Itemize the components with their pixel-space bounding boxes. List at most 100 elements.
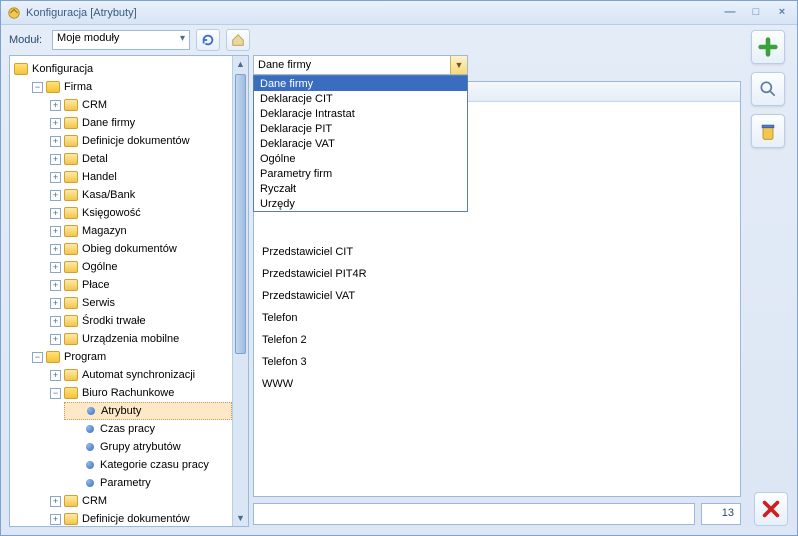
scroll-up-icon[interactable]: ▲ bbox=[233, 56, 248, 72]
tree-item[interactable]: +Urządzenia mobilne bbox=[46, 330, 232, 348]
add-button[interactable] bbox=[751, 30, 785, 64]
search-button[interactable] bbox=[751, 72, 785, 106]
expand-icon[interactable]: + bbox=[50, 208, 61, 219]
tree-item[interactable]: +Ogólne bbox=[46, 258, 232, 276]
tree-label: Dane firmy bbox=[82, 117, 135, 129]
tree-item[interactable]: +Środki trwałe bbox=[46, 312, 232, 330]
expand-icon[interactable]: + bbox=[50, 280, 61, 291]
list-item[interactable]: WWW bbox=[254, 374, 740, 396]
tree-item[interactable]: +Handel bbox=[46, 168, 232, 186]
tree-label: Firma bbox=[64, 81, 92, 93]
dropdown-option[interactable]: Deklaracje VAT bbox=[254, 136, 467, 151]
tree-leaf[interactable]: Atrybuty bbox=[64, 402, 232, 420]
tree-item[interactable]: + Dane firmy bbox=[46, 114, 232, 132]
expand-icon[interactable]: + bbox=[50, 316, 61, 327]
expand-icon[interactable]: + bbox=[50, 136, 61, 147]
module-select[interactable]: Moje moduły bbox=[52, 30, 190, 50]
dropdown-option[interactable]: Deklaracje Intrastat bbox=[254, 106, 467, 121]
list-item[interactable]: Telefon bbox=[254, 308, 740, 330]
expand-icon[interactable]: + bbox=[50, 244, 61, 255]
tree-label: Księgowość bbox=[82, 207, 141, 219]
dropdown-arrow-icon[interactable]: ▼ bbox=[450, 56, 467, 74]
tree-item[interactable]: + Automat synchronizacji bbox=[46, 366, 232, 384]
tree-label: Definicje dokumentów bbox=[82, 135, 190, 147]
filter-row: Dane firmy ▼ Dane firmyDeklaracje CITDek… bbox=[253, 55, 741, 79]
module-select-value: Moje moduły bbox=[57, 32, 119, 44]
home-button[interactable] bbox=[226, 29, 250, 51]
tree-label: Automat synchronizacji bbox=[82, 369, 195, 381]
tree-leaf[interactable]: Kategorie czasu pracy bbox=[64, 456, 232, 474]
refresh-icon bbox=[201, 33, 215, 47]
expand-icon[interactable]: + bbox=[50, 118, 61, 129]
tree-leaf[interactable]: Grupy atrybutów bbox=[64, 438, 232, 456]
list-item[interactable]: Telefon 3 bbox=[254, 352, 740, 374]
list-item[interactable]: Telefon 2 bbox=[254, 330, 740, 352]
expand-icon[interactable]: + bbox=[50, 226, 61, 237]
tree-item[interactable]: +Definicje dokumentów bbox=[46, 510, 232, 526]
scrollbar-thumb[interactable] bbox=[235, 74, 246, 354]
tree-leaf[interactable]: Parametry bbox=[64, 474, 232, 492]
expand-icon[interactable]: + bbox=[50, 262, 61, 273]
collapse-icon[interactable]: − bbox=[50, 388, 61, 399]
folder-icon bbox=[64, 495, 78, 507]
tree-leaf[interactable]: Czas pracy bbox=[64, 420, 232, 438]
expand-icon[interactable]: + bbox=[50, 298, 61, 309]
collapse-icon[interactable]: − bbox=[32, 82, 43, 93]
tree-firma[interactable]: − Firma bbox=[28, 78, 232, 96]
category-dropdown[interactable]: Dane firmyDeklaracje CITDeklaracje Intra… bbox=[253, 75, 468, 212]
tree-root[interactable]: Konfiguracja bbox=[10, 60, 232, 78]
list-item[interactable]: Przedstawiciel CIT bbox=[254, 242, 740, 264]
expand-icon[interactable]: + bbox=[50, 172, 61, 183]
maximize-button[interactable]: □ bbox=[747, 6, 765, 20]
config-tree[interactable]: Konfiguracja − Firma +CRM+Dane firmy+Def… bbox=[10, 60, 232, 526]
list-item[interactable]: Przedstawiciel PIT4R bbox=[254, 264, 740, 286]
tree-item[interactable]: +Detal bbox=[46, 150, 232, 168]
scroll-down-icon[interactable]: ▼ bbox=[233, 510, 248, 526]
tree-item[interactable]: +Płace bbox=[46, 276, 232, 294]
list-item[interactable]: Przedstawiciel VAT bbox=[254, 286, 740, 308]
footer-row: 13 bbox=[253, 501, 741, 527]
tree-label: Czas pracy bbox=[100, 423, 155, 435]
close-button[interactable] bbox=[754, 492, 788, 526]
dropdown-option[interactable]: Dane firmy bbox=[254, 76, 467, 91]
expand-icon[interactable]: + bbox=[50, 334, 61, 345]
close-window-button[interactable]: × bbox=[773, 6, 791, 20]
tree-label: Kategorie czasu pracy bbox=[100, 459, 209, 471]
tree-program[interactable]: − Program bbox=[28, 348, 232, 366]
tree-item[interactable]: + Księgowość bbox=[46, 204, 232, 222]
tree-biuro[interactable]: −Biuro Rachunkowe bbox=[46, 384, 232, 402]
tree-label: Program bbox=[64, 351, 106, 363]
dropdown-option[interactable]: Ryczałt bbox=[254, 181, 467, 196]
category-combo[interactable]: Dane firmy ▼ bbox=[253, 55, 468, 75]
expand-icon[interactable]: + bbox=[50, 370, 61, 381]
dropdown-option[interactable]: Deklaracje CIT bbox=[254, 91, 467, 106]
tree-item[interactable]: +CRM bbox=[46, 492, 232, 510]
expand-icon[interactable]: + bbox=[50, 154, 61, 165]
refresh-button[interactable] bbox=[196, 29, 220, 51]
dropdown-option[interactable]: Deklaracje PIT bbox=[254, 121, 467, 136]
tree-item[interactable]: +CRM bbox=[46, 96, 232, 114]
content-area: Konfiguracja − Firma +CRM+Dane firmy+Def… bbox=[1, 55, 797, 535]
tree-item[interactable]: +Magazyn bbox=[46, 222, 232, 240]
tree-scrollbar[interactable]: ▲ ▼ bbox=[232, 56, 248, 526]
trash-icon bbox=[758, 121, 778, 141]
tree-item[interactable]: +Serwis bbox=[46, 294, 232, 312]
tree-label: Obieg dokumentów bbox=[82, 243, 177, 255]
minimize-button[interactable]: — bbox=[721, 6, 739, 20]
expand-icon[interactable]: + bbox=[50, 514, 61, 525]
tree-label: Grupy atrybutów bbox=[100, 441, 181, 453]
tree-label: Atrybuty bbox=[101, 405, 141, 417]
dropdown-option[interactable]: Urzędy bbox=[254, 196, 467, 211]
expand-icon[interactable]: + bbox=[50, 100, 61, 111]
tree-item[interactable]: + Obieg dokumentów bbox=[46, 240, 232, 258]
tree-item[interactable]: + Definicje dokumentów bbox=[46, 132, 232, 150]
collapse-icon[interactable]: − bbox=[32, 352, 43, 363]
dropdown-option[interactable]: Ogólne bbox=[254, 151, 467, 166]
delete-button[interactable] bbox=[751, 114, 785, 148]
dropdown-option[interactable]: Parametry firm bbox=[254, 166, 467, 181]
close-x-icon bbox=[760, 498, 782, 520]
tree-item[interactable]: +Kasa/Bank bbox=[46, 186, 232, 204]
filter-input[interactable] bbox=[253, 503, 695, 525]
expand-icon[interactable]: + bbox=[50, 496, 61, 507]
expand-icon[interactable]: + bbox=[50, 190, 61, 201]
